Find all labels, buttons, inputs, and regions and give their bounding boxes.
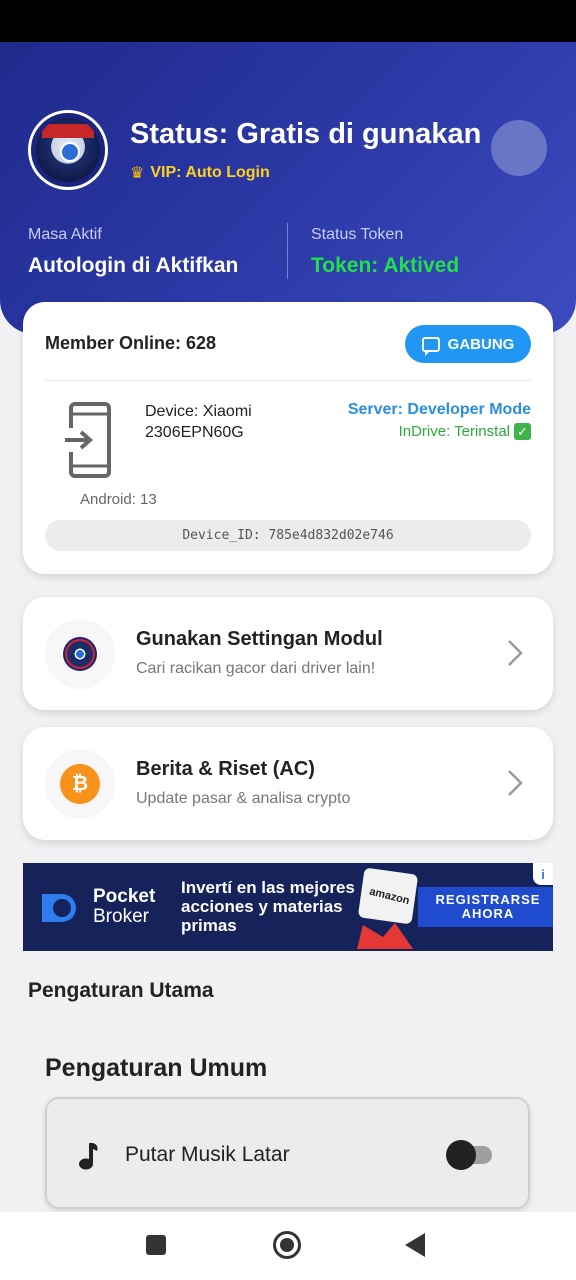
chevron-right-icon <box>508 640 523 666</box>
ad-copy: Invertí en las mejores acciones y materi… <box>181 878 355 935</box>
masa-aktif-value: Autologin di Aktifkan <box>28 254 239 277</box>
menu-item-subtitle: Cari racikan gacor dari driver lain! <box>136 660 376 677</box>
crown-icon: ♛ <box>130 165 145 182</box>
join-button[interactable]: GABUNG <box>405 325 531 363</box>
menu-item-settingan-modul[interactable]: Gunakan Settingan Modul Cari racikan gac… <box>23 597 553 710</box>
group-title: Pengaturan Umum <box>45 1054 268 1082</box>
status-token-label: Status Token <box>311 226 404 243</box>
music-note-icon <box>79 1143 98 1170</box>
ad-brand-line1: Pocket <box>93 886 156 907</box>
device-id: Device_ID: 785e4d832d02e746 <box>45 520 531 551</box>
ad-banner[interactable]: Pocket Broker Invertí en las mejores acc… <box>23 863 553 951</box>
join-button-label: GABUNG <box>447 335 515 353</box>
member-online: Member Online: 628 <box>45 333 217 353</box>
vip-label: VIP: Auto Login <box>150 164 270 181</box>
status-title: Status: Gratis di gunakan <box>130 118 482 150</box>
status-bar <box>0 0 576 42</box>
header: Status: Gratis di gunakan ♛ VIP: Auto Lo… <box>0 42 576 334</box>
ad-brand-line2: Broker <box>93 906 149 927</box>
card-divider <box>45 380 531 381</box>
menu-icon-container: ₿ <box>45 749 115 819</box>
indrive-status: InDrive: Terinstal ✓ <box>399 423 531 440</box>
profile-bubble[interactable] <box>491 120 547 176</box>
ad-brand: Pocket Broker <box>93 887 155 927</box>
home-icon[interactable] <box>273 1231 301 1259</box>
server-mode: Server: Developer Mode <box>347 401 531 418</box>
section-title: Pengaturan Utama <box>28 979 214 1002</box>
navigation-bar <box>0 1212 576 1280</box>
app-logo-icon <box>36 118 100 182</box>
header-divider <box>287 223 288 279</box>
setting-music[interactable]: Putar Musik Latar <box>45 1097 530 1209</box>
back-icon[interactable] <box>405 1233 425 1257</box>
chat-icon <box>421 336 440 356</box>
member-card: Member Online: 628 GABUNG Device: Xiaomi… <box>23 302 553 574</box>
amazon-box-icon: amazon <box>357 868 418 949</box>
status-token-value: Token: Aktived <box>311 254 460 277</box>
music-toggle-thumb[interactable] <box>446 1140 476 1170</box>
menu-item-title: Berita & Riset (AC) <box>136 758 315 780</box>
menu-item-subtitle: Update pasar & analisa crypto <box>136 790 351 807</box>
device-name: Device: Xiaomi 2306EPN60G <box>145 403 252 441</box>
vip-badge: ♛ VIP: Auto Login <box>130 163 270 183</box>
module-logo-icon <box>63 637 97 671</box>
ad-cta-button[interactable]: REGISTRARSE AHORA <box>418 887 553 927</box>
menu-icon-container <box>45 619 115 689</box>
menu-item-berita-riset[interactable]: ₿ Berita & Riset (AC) Update pasar & ana… <box>23 727 553 840</box>
check-icon: ✓ <box>514 423 531 440</box>
recent-apps-icon[interactable] <box>146 1235 166 1255</box>
device-login-icon <box>63 402 111 478</box>
android-version: Android: 13 <box>80 491 157 508</box>
chevron-right-icon <box>508 770 523 796</box>
setting-label: Putar Musik Latar <box>125 1143 290 1166</box>
ad-info-icon[interactable]: i <box>533 863 553 885</box>
app-logo <box>28 110 108 190</box>
menu-item-title: Gunakan Settingan Modul <box>136 628 383 650</box>
bitcoin-icon: ₿ <box>60 764 100 804</box>
pocket-broker-logo-icon <box>42 894 76 922</box>
masa-aktif-label: Masa Aktif <box>28 226 102 243</box>
indrive-label: InDrive: Terinstal <box>398 423 510 440</box>
